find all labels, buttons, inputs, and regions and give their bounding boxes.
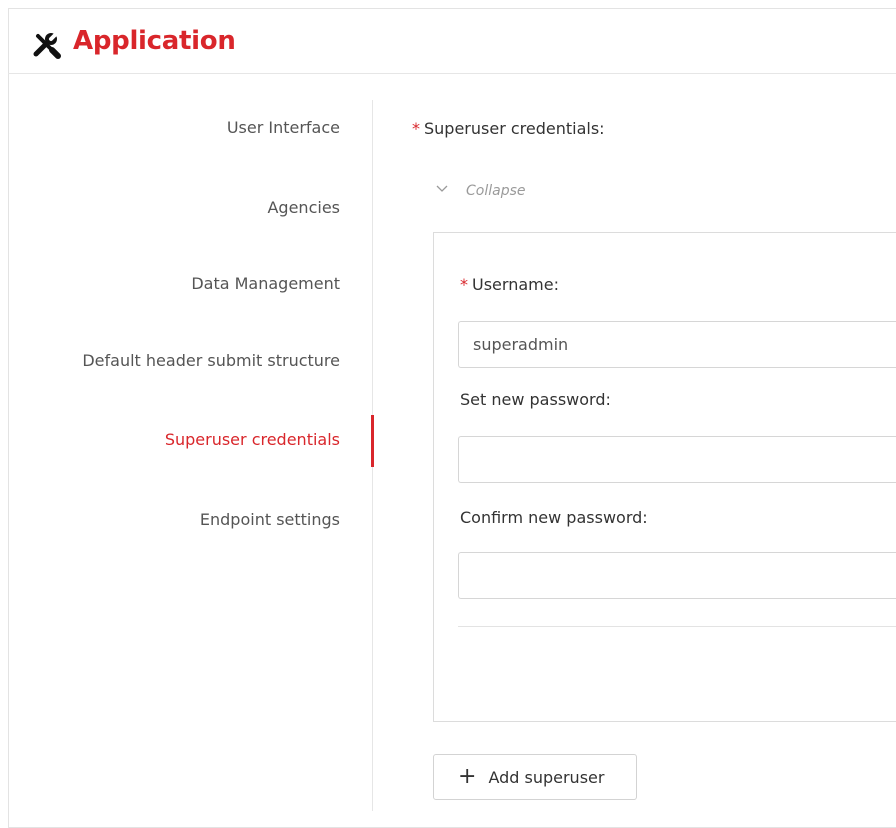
panel-divider [458,626,896,627]
section-label: * Superuser credentials: [412,119,605,138]
username-label: * Username: [460,275,559,294]
sidebar-item-user-interface[interactable]: User Interface [227,118,340,137]
page-title: Application [73,26,236,56]
sidebar-item-data-management[interactable]: Data Management [191,274,340,293]
required-mark: * [412,119,420,138]
sidebar-item-superuser-credentials[interactable]: Superuser credentials [165,430,340,449]
new-password-input[interactable] [458,436,896,483]
sidebar-item-endpoint-settings[interactable]: Endpoint settings [200,510,340,529]
collapse-toggle[interactable]: Collapse [466,183,526,199]
chevron-down-icon[interactable] [436,182,448,194]
add-superuser-button[interactable]: + Add superuser [433,754,637,800]
confirm-password-input[interactable] [458,552,896,599]
add-superuser-label: Add superuser [488,767,605,787]
confirm-password-label: Confirm new password: [460,508,648,527]
active-indicator [371,415,374,467]
username-input[interactable] [458,321,896,368]
sidebar-item-default-header-submit-structure[interactable]: Default header submit structure [82,351,340,370]
tools-icon [33,31,61,59]
page-header: Application [8,8,896,74]
plus-icon: + [458,764,477,789]
new-password-label: Set new password: [460,390,611,409]
sidebar-item-agencies[interactable]: Agencies [267,198,340,217]
